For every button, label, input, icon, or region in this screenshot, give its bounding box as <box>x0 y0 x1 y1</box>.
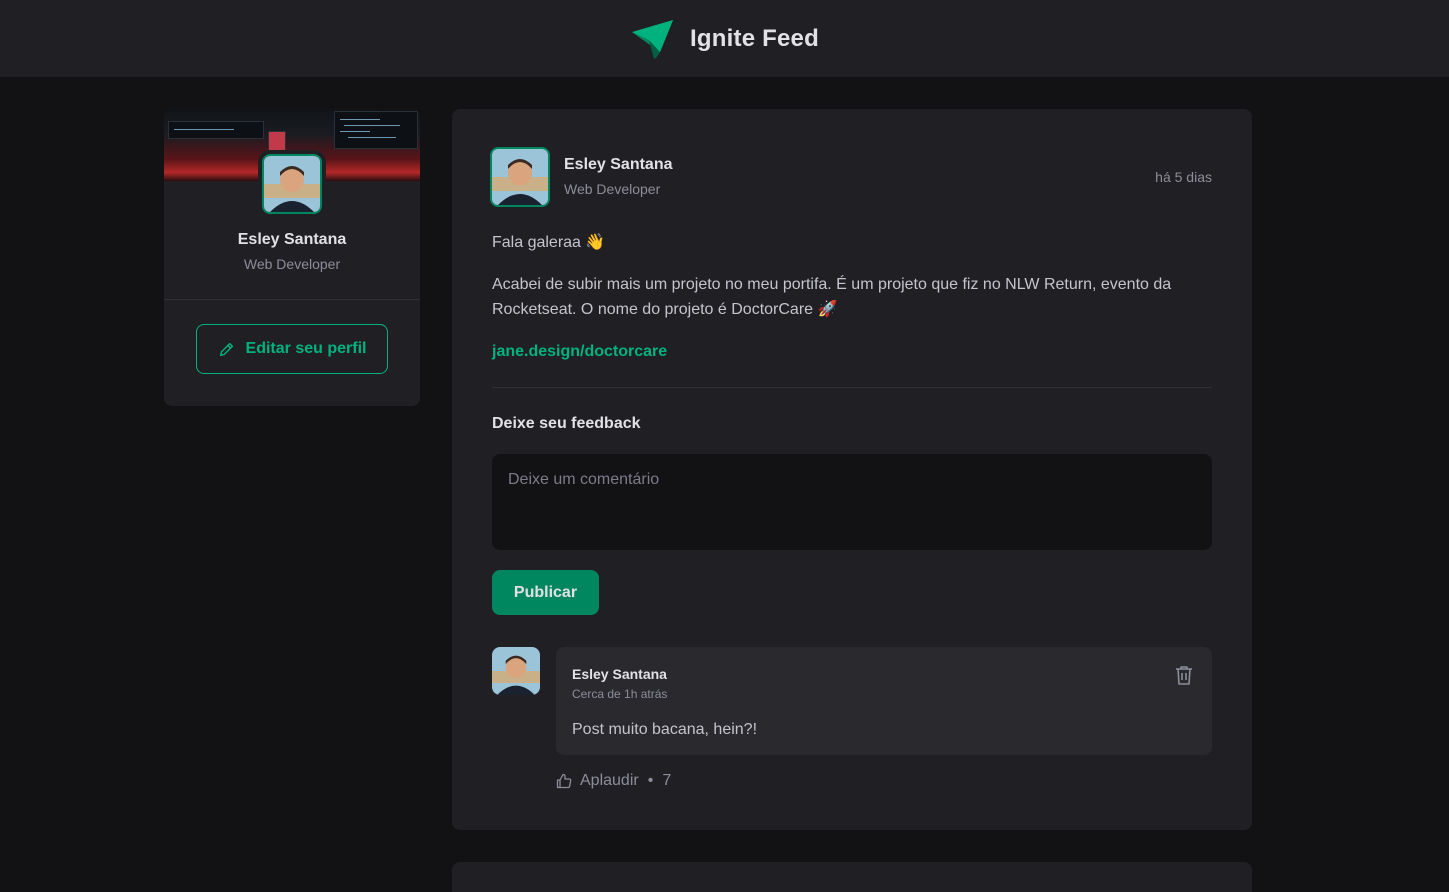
app-header: Ignite Feed <box>0 0 1449 77</box>
next-post-card <box>452 862 1252 892</box>
sidebar-user-role: Web Developer <box>243 256 341 272</box>
applaud-separator: • <box>647 772 654 789</box>
comment-text: Post muito bacana, hein?! <box>572 721 758 738</box>
comment-input[interactable] <box>492 454 1212 550</box>
app-title: Ignite Feed <box>690 24 819 52</box>
post-link[interactable]: jane.design/doctorcare <box>492 343 667 360</box>
delete-comment-button[interactable] <box>1172 663 1196 687</box>
applaud-label: Aplaudir <box>580 772 639 789</box>
publish-button[interactable]: Publicar <box>492 570 599 615</box>
post-author-role: Web Developer <box>564 181 661 197</box>
edit-profile-label: Editar seu perfil <box>245 340 367 357</box>
divider <box>164 299 420 300</box>
pencil-icon <box>219 342 233 357</box>
profile-sidebar: Esley Santana Web Developer Editar seu p… <box>164 109 420 406</box>
thumbs-up-icon <box>556 773 572 789</box>
paper-plane-logo-icon <box>632 19 674 59</box>
post-author-avatar[interactable] <box>486 143 554 211</box>
post-card: Esley Santana Web Developer há 5 dias Fa… <box>452 109 1252 830</box>
sidebar-avatar[interactable] <box>258 150 326 218</box>
edit-profile-button[interactable]: Editar seu perfil <box>196 324 388 374</box>
applaud-button[interactable]: Aplaudir • 7 <box>556 771 671 791</box>
feedback-title: Deixe seu feedback <box>492 415 641 432</box>
post-author-name: Esley Santana <box>564 156 673 173</box>
applaud-count: 7 <box>662 772 672 789</box>
divider <box>492 387 1212 388</box>
post-timestamp: há 5 dias <box>1155 169 1212 185</box>
sidebar-user-name: Esley Santana <box>237 231 347 248</box>
post-content: Fala galeraa 👋 Acabei de subir mais um p… <box>492 230 1212 381</box>
comment-box: Esley Santana Cerca de 1h atrás Post mui… <box>556 647 1212 755</box>
post-paragraph: Acabei de subir mais um projeto no meu p… <box>492 276 1172 318</box>
comment-author-avatar[interactable] <box>492 647 540 695</box>
trash-icon <box>1176 666 1192 685</box>
comment-timestamp: Cerca de 1h atrás <box>572 687 668 701</box>
comment-author-name: Esley Santana <box>572 666 667 682</box>
post-paragraph: Fala galeraa 👋 <box>492 234 606 251</box>
